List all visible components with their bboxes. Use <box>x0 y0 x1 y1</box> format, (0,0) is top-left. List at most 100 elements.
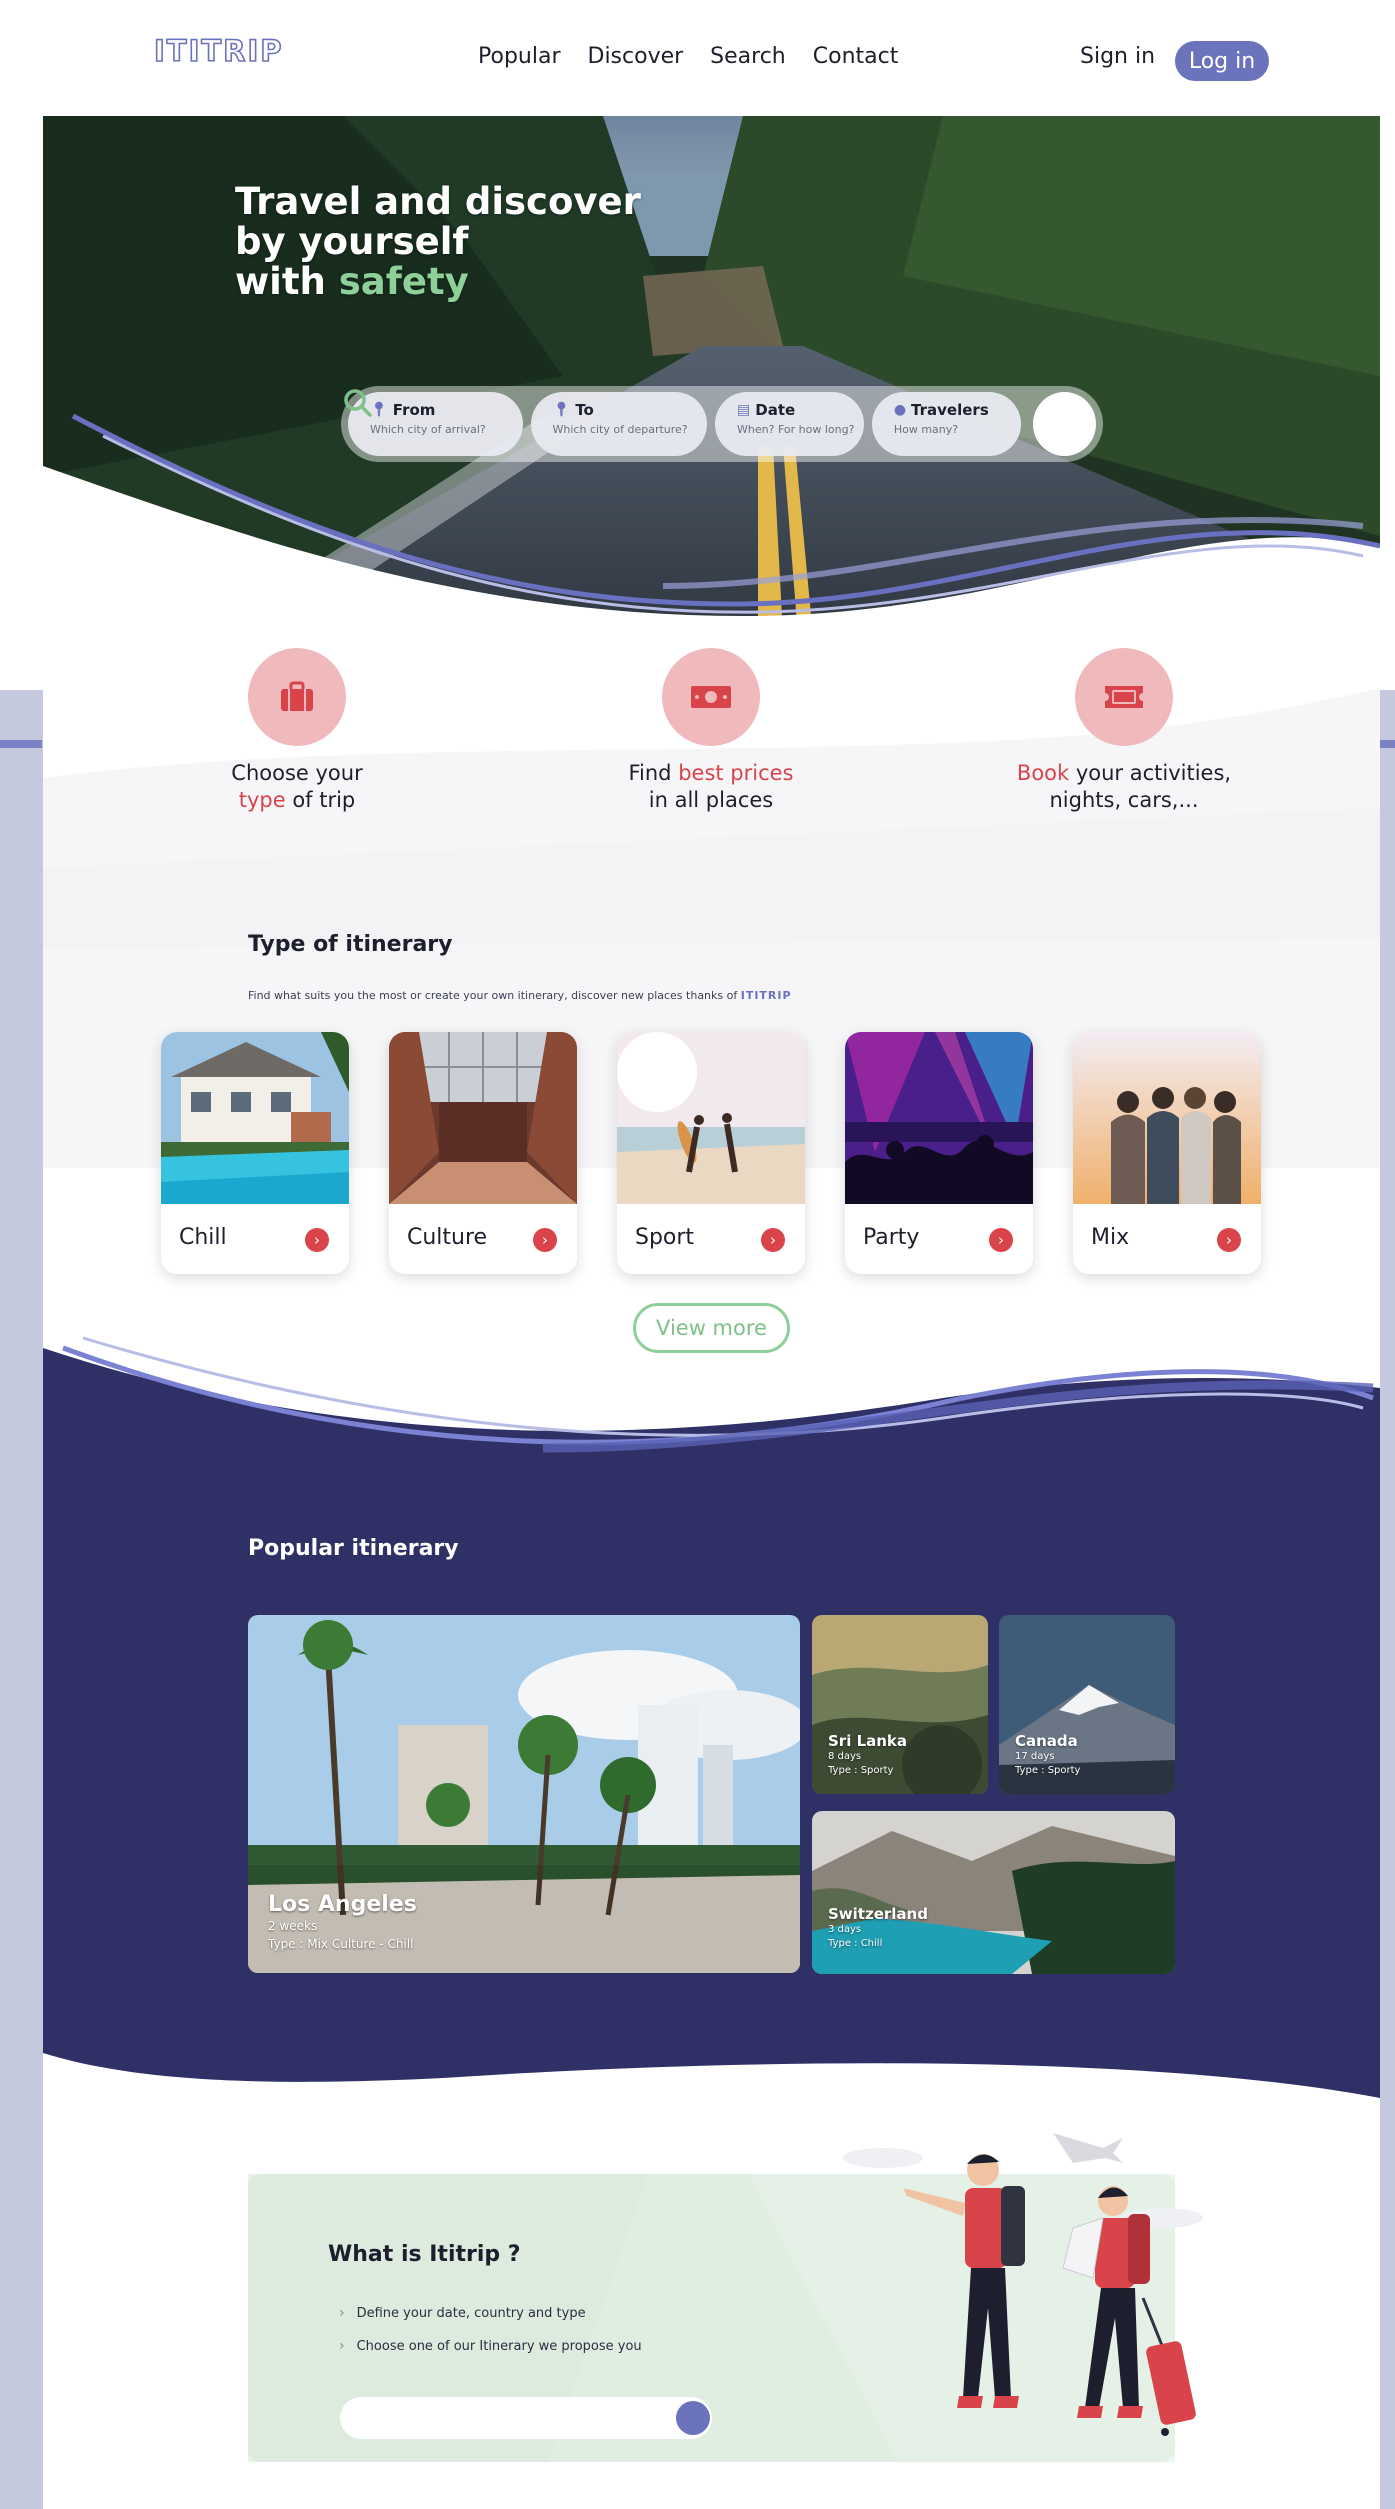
nav-link-discover[interactable]: Discover <box>588 44 684 69</box>
tile-caption: Los Angeles 2 weeks Type : Mix Culture -… <box>268 1892 417 1953</box>
hero-title-line2: by yourself <box>235 220 469 263</box>
suitcase-icon <box>281 681 313 711</box>
chevron-right-icon[interactable]: › <box>533 1228 557 1252</box>
top-navbar: ITITRIP Popular Discover Search Contact … <box>43 8 1380 116</box>
type-card-party[interactable]: Party › <box>845 1032 1033 1274</box>
search-button[interactable] <box>344 389 1096 456</box>
popular-tile-sri-lanka[interactable]: Sri Lanka 8 days Type : Sporty <box>812 1615 988 1794</box>
tile-type: Type : Sporty <box>828 1765 894 1776</box>
feature-book: Book your activities, nights, cars,... <box>974 648 1274 814</box>
feature-rest: of trip <box>285 788 356 812</box>
feature-text: Book your activities, nights, cars,... <box>974 760 1274 814</box>
feature-line: Find best prices <box>561 760 861 787</box>
side-decoration <box>0 740 42 748</box>
date-label: Date <box>755 401 796 419</box>
money-icon <box>691 686 731 708</box>
feature-accent: Book <box>1016 761 1070 785</box>
search-field-date[interactable]: ▤ Date When? For how long? <box>715 392 864 456</box>
about-title: What is Ititrip ? <box>328 2242 521 2267</box>
card-label: Chill <box>179 1225 227 1250</box>
tile-name: Los Angeles <box>268 1892 417 1917</box>
chevron-right-icon[interactable]: › <box>1217 1228 1241 1252</box>
card-label: Mix <box>1091 1225 1130 1250</box>
chevron-right-icon: › <box>339 2305 345 2321</box>
user-icon: ● <box>893 402 907 418</box>
feature-circle <box>1075 648 1173 746</box>
feature-accent: best prices <box>678 761 794 785</box>
logo[interactable]: ITITRIP <box>153 33 284 69</box>
feature-circle <box>248 648 346 746</box>
hero-section: Travel and discover by yourself with saf… <box>43 116 1380 636</box>
tile-caption: Sri Lanka 8 days Type : Sporty <box>828 1732 907 1778</box>
about-step: › Choose one of our Itinerary we propose … <box>339 2338 642 2354</box>
to-hint: Which city of departure? <box>552 423 688 436</box>
feature-prefix: Find <box>628 761 679 785</box>
about-submit-button[interactable] <box>676 2401 710 2435</box>
about-input[interactable] <box>340 2397 712 2439</box>
tile-name: Canada <box>1015 1732 1078 1750</box>
map-pin-icon: 📍︎ <box>552 402 571 418</box>
feature-text: Find best prices in all places <box>561 760 861 814</box>
chevron-right-icon[interactable]: › <box>989 1228 1013 1252</box>
site-frame: ITITRIP Popular Discover Search Contact … <box>43 8 1380 2509</box>
tile-duration: 17 days <box>1015 1751 1055 1762</box>
chevron-right-icon[interactable]: › <box>305 1228 329 1252</box>
travelers-hint: How many? <box>893 423 959 436</box>
tile-duration: 2 weeks <box>268 1919 318 1933</box>
tile-duration: 8 days <box>828 1751 862 1762</box>
card-image <box>389 1032 577 1204</box>
chevron-right-icon: › <box>339 2338 345 2354</box>
tile-type: Type : Chill <box>828 1938 883 1949</box>
calendar-icon: ▤ <box>737 402 751 418</box>
to-label: To <box>575 401 594 419</box>
search-icon <box>344 389 372 417</box>
popular-tile-canada[interactable]: Canada 17 days Type : Sporty <box>999 1615 1175 1794</box>
login-button[interactable]: Log in <box>1175 41 1269 81</box>
hero-title-prefix: with <box>235 260 339 303</box>
card-label: Culture <box>407 1225 488 1250</box>
type-card-sport[interactable]: Sport › <box>617 1032 805 1274</box>
feature-line: in all places <box>648 788 774 812</box>
card-image <box>1073 1032 1261 1204</box>
type-card-mix[interactable]: Mix › <box>1073 1032 1261 1274</box>
nav-link-popular[interactable]: Popular <box>478 44 561 69</box>
feature-line: type of trip <box>147 787 447 814</box>
feature-text: Choose your type of trip <box>147 760 447 814</box>
nav-links: Popular Discover Search Contact <box>478 44 898 69</box>
tile-duration: 3 days <box>828 1924 862 1935</box>
search-bar: 📍︎ From Which city of arrival? 📍︎ To Which… <box>341 386 1103 462</box>
travelers-label: Travelers <box>911 401 989 419</box>
card-label: Party <box>863 1225 920 1250</box>
type-card-chill[interactable]: Chill › <box>161 1032 349 1274</box>
search-field-to[interactable]: 📍︎ To Which city of departure? <box>530 392 708 456</box>
types-subtitle-brand: ITITRIP <box>740 989 792 1002</box>
hero-title-line3: with safety <box>235 262 641 302</box>
feature-prices: Find best prices in all places <box>561 648 861 814</box>
tile-name: Sri Lanka <box>828 1732 908 1750</box>
types-title: Type of itinerary <box>248 932 453 957</box>
types-subtitle: Find what suits you the most or create y… <box>248 989 792 1002</box>
nav-link-search[interactable]: Search <box>710 44 786 69</box>
feature-type: Choose your type of trip <box>147 648 447 814</box>
popular-tile-los-angeles[interactable]: Los Angeles 2 weeks Type : Mix Culture -… <box>248 1615 800 1973</box>
from-hint: Which city of arrival? <box>370 423 486 436</box>
type-cards: Chill › Culture › Sport › Party › Mix › <box>161 1032 1261 1274</box>
signin-link[interactable]: Sign in <box>1080 44 1155 69</box>
feature-line: Choose your <box>231 761 363 785</box>
date-hint: When? For how long? <box>737 423 855 436</box>
tile-caption: Switzerland 3 days Type : Chill <box>828 1905 928 1951</box>
popular-tile-switzerland[interactable]: Switzerland 3 days Type : Chill <box>812 1811 1175 1974</box>
side-decoration <box>1379 740 1395 748</box>
feature-circle <box>662 648 760 746</box>
nav-link-contact[interactable]: Contact <box>813 44 899 69</box>
search-field-travelers[interactable]: ● Travelers How many? <box>871 392 1021 456</box>
hero-title-accent: safety <box>338 260 469 303</box>
type-card-culture[interactable]: Culture › <box>389 1032 577 1274</box>
types-subtitle-text: Find what suits you the most or create y… <box>248 989 741 1002</box>
feature-line: Book your activities, <box>974 760 1274 787</box>
ticket-icon <box>1105 686 1143 708</box>
chevron-right-icon[interactable]: › <box>761 1228 785 1252</box>
card-image <box>845 1032 1033 1204</box>
tile-type: Type : Sporty <box>1015 1765 1081 1776</box>
about-step: › Define your date, country and type <box>339 2305 586 2321</box>
